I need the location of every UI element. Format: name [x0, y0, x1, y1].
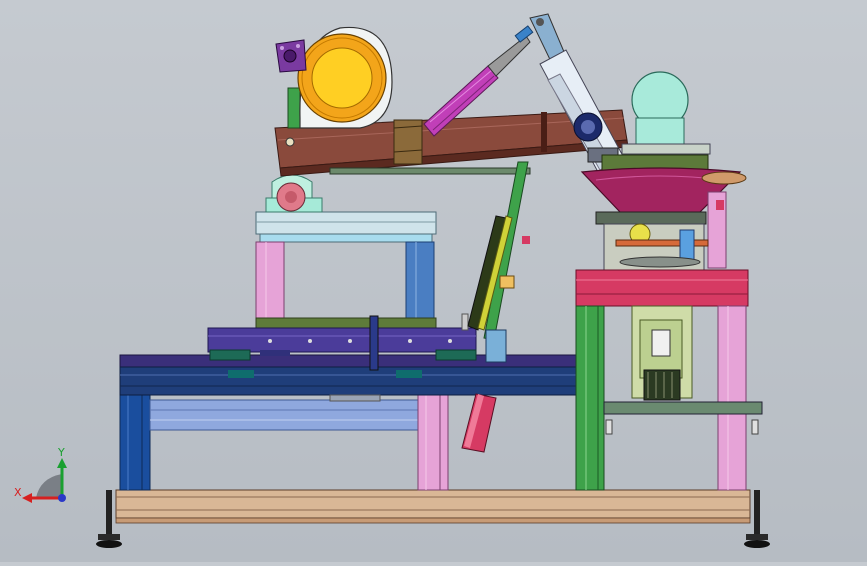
cad-viewport[interactable]: Y X — [0, 0, 867, 562]
drive-motor — [621, 71, 711, 155]
table-rail — [119, 354, 581, 402]
vibratory-bowl — [580, 154, 747, 273]
axis-y-label: Y — [57, 446, 65, 459]
pillow-block — [265, 174, 323, 213]
coordinate-triad: Y X — [14, 446, 67, 503]
axis-x-label: X — [14, 486, 22, 499]
gearmotor — [631, 305, 693, 401]
upper-stand — [255, 211, 437, 323]
feed-guide — [461, 161, 530, 453]
left-lower-frame — [119, 394, 449, 491]
spool-drum — [275, 26, 393, 129]
base-frame — [115, 489, 751, 524]
